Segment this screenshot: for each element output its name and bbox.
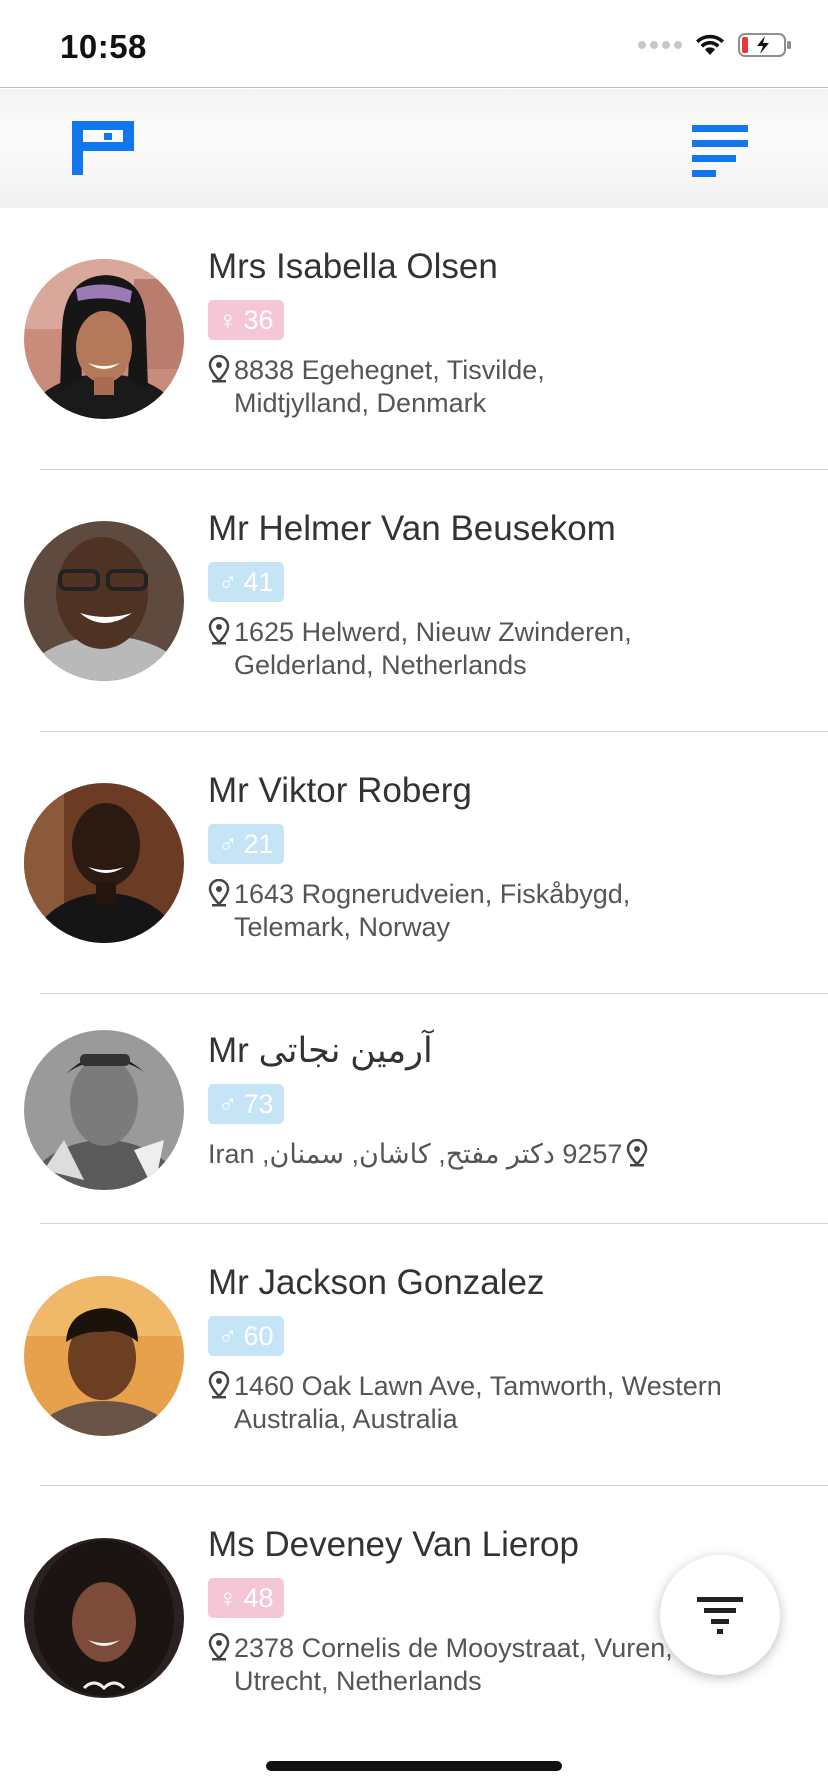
address-line-2: Midtjylland, Denmark (234, 388, 487, 418)
user-info: Mrs Isabella Olsen ♀ 36 8838 Egehegnet, … (208, 246, 768, 420)
address-line-1: 1643 Rognerudveien, Fiskåbygd, (234, 879, 631, 909)
user-name: Mr آرمین نجاتی (208, 1031, 433, 1070)
map-pin-icon (208, 355, 230, 383)
home-indicator[interactable] (266, 1761, 562, 1771)
gender-age-badge: ♂ 73 (208, 1084, 284, 1124)
address-line-2: Australia, Australia (234, 1404, 458, 1434)
user-row[interactable]: Mrs Isabella Olsen ♀ 36 8838 Egehegnet, … (0, 208, 828, 470)
status-time: 10:58 (60, 28, 147, 65)
map-pin-icon (208, 1371, 230, 1399)
user-address: 1625 Helwerd, Nieuw Zwinderen, Gelderlan… (208, 616, 768, 682)
battery-charging-icon (738, 33, 791, 57)
age-value: 48 (243, 1582, 274, 1613)
user-row[interactable]: Mr Viktor Roberg ♂ 21 1643 Rognerudveien… (0, 732, 828, 994)
address-line-1: 2378 Cornelis de Mooystraat, Vuren, (234, 1633, 673, 1663)
avatar (24, 783, 184, 943)
gender-age-badge: ♀ 48 (208, 1578, 284, 1618)
app-header (0, 89, 828, 208)
user-name: Ms Deveney Van Lierop (208, 1525, 579, 1564)
address-line-1: 1625 Helwerd, Nieuw Zwinderen, (234, 617, 632, 647)
menu-lines-icon[interactable] (692, 123, 748, 179)
avatar (24, 1538, 184, 1698)
user-address: 1460 Oak Lawn Ave, Tamworth, Western Aus… (208, 1370, 768, 1436)
male-icon: ♂ (218, 828, 238, 859)
map-pin-icon (208, 879, 230, 907)
address-line-1: 8838 Egehegnet, Tisvilde, (234, 355, 545, 385)
gender-age-badge: ♂ 21 (208, 824, 284, 864)
user-info: Mr آرمین نجاتی ♂ 73 9257 دکتر مفتح, کاشا… (208, 1030, 768, 1171)
user-name: Mr Jackson Gonzalez (208, 1263, 545, 1302)
avatar (24, 1030, 184, 1190)
status-icons (638, 32, 792, 58)
map-pin-icon (627, 1139, 648, 1167)
female-icon: ♀ (218, 304, 238, 335)
address-line-2: Utrecht, Netherlands (234, 1666, 482, 1696)
cellular-signal-icon (638, 41, 682, 49)
user-address: 1643 Rognerudveien, Fiskåbygd, Telemark,… (208, 878, 768, 944)
user-info: Mr Helmer Van Beusekom ♂ 41 1625 Helwerd… (208, 508, 768, 682)
user-row[interactable]: Mr Helmer Van Beusekom ♂ 41 1625 Helwerd… (0, 470, 828, 732)
avatar (24, 1276, 184, 1436)
address-line-2: Gelderland, Netherlands (234, 650, 527, 680)
avatar (24, 259, 184, 419)
female-icon: ♀ (218, 1582, 238, 1613)
gender-age-badge: ♂ 41 (208, 562, 284, 602)
address-line-2: Telemark, Norway (234, 912, 451, 942)
age-value: 60 (243, 1320, 274, 1351)
gender-age-badge: ♂ 60 (208, 1316, 284, 1356)
map-pin-icon (208, 617, 230, 645)
map-pin-icon (208, 1633, 230, 1661)
male-icon: ♂ (218, 1088, 238, 1119)
status-bar: 10:58 (0, 0, 828, 88)
user-info: Mr Viktor Roberg ♂ 21 1643 Rognerudveien… (208, 770, 768, 944)
filter-icon (697, 1597, 743, 1634)
user-row[interactable]: Mr Jackson Gonzalez ♂ 60 1460 Oak Lawn A… (0, 1224, 828, 1486)
gender-age-badge: ♀ 36 (208, 300, 284, 340)
age-value: 73 (243, 1088, 274, 1119)
address-line-1: 1460 Oak Lawn Ave, Tamworth, Western (234, 1371, 722, 1401)
age-value: 41 (243, 566, 274, 597)
age-value: 36 (243, 304, 274, 335)
user-name: Mrs Isabella Olsen (208, 247, 498, 286)
user-info: Mr Jackson Gonzalez ♂ 60 1460 Oak Lawn A… (208, 1262, 768, 1436)
brand-flag-icon[interactable] (72, 121, 134, 175)
user-address: 8838 Egehegnet, Tisvilde, Midtjylland, D… (208, 354, 768, 420)
address-line-1: 9257 دکتر مفتح, کاشان, سمنان, Iran (208, 1139, 623, 1169)
male-icon: ♂ (218, 1320, 238, 1351)
wifi-icon (696, 34, 724, 55)
user-list: Mrs Isabella Olsen ♀ 36 8838 Egehegnet, … (0, 208, 828, 1748)
age-value: 21 (243, 828, 274, 859)
user-row[interactable]: Mr آرمین نجاتی ♂ 73 9257 دکتر مفتح, کاشا… (0, 994, 828, 1224)
user-name: Mr Viktor Roberg (208, 771, 472, 810)
male-icon: ♂ (218, 566, 238, 597)
user-name: Mr Helmer Van Beusekom (208, 509, 616, 548)
user-address: 9257 دکتر مفتح, کاشان, سمنان, Iran (208, 1138, 768, 1171)
filter-button[interactable] (660, 1555, 780, 1675)
avatar (24, 521, 184, 681)
